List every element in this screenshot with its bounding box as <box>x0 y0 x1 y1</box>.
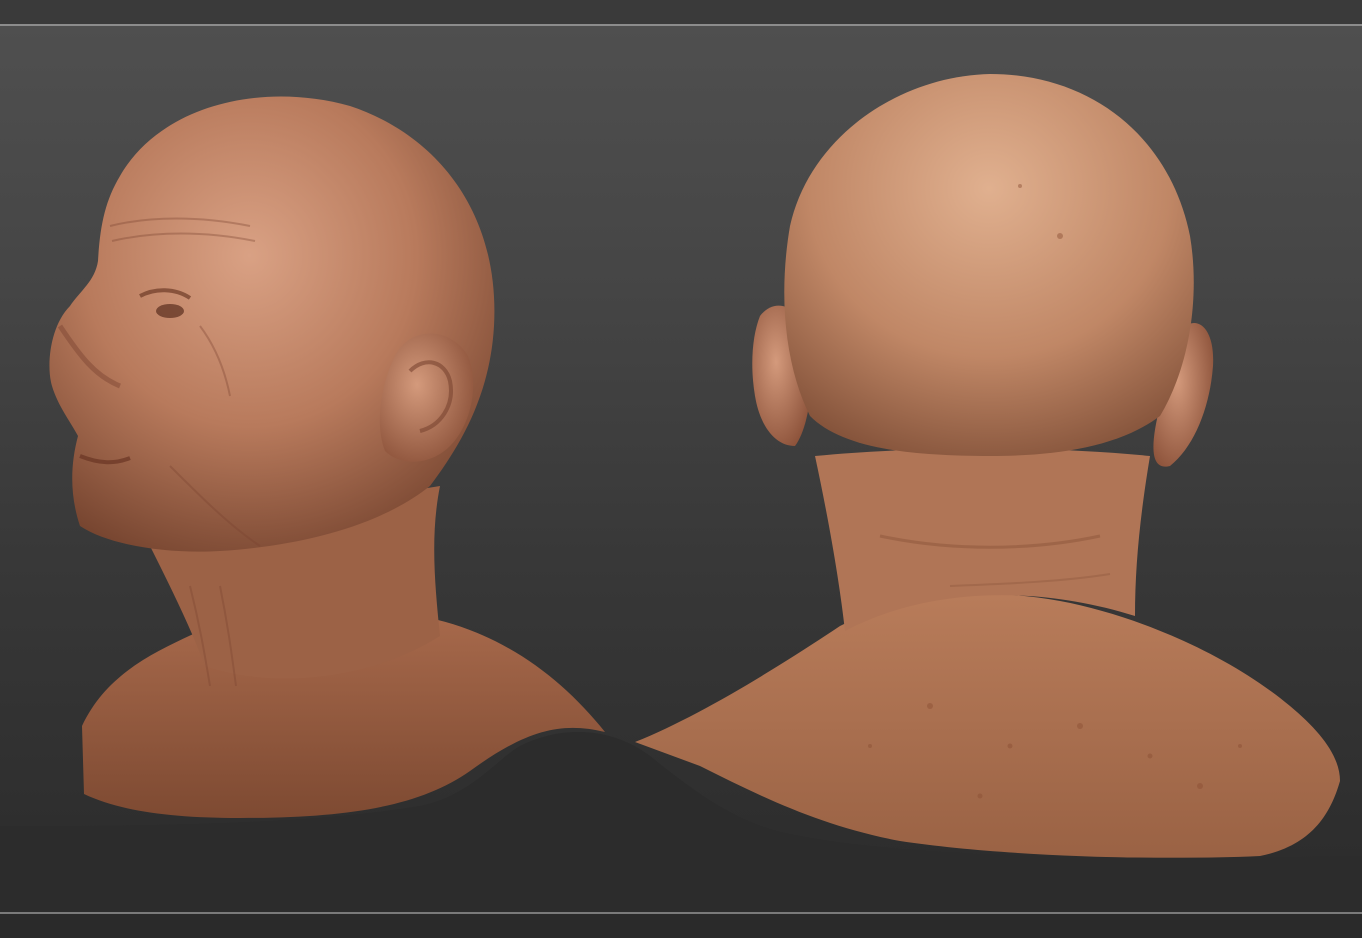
3d-viewport-canvas[interactable] <box>0 26 1362 912</box>
sculpt-render <box>0 74 1362 912</box>
top-toolbar-strip <box>0 0 1362 24</box>
head-back-view[interactable] <box>635 74 1340 858</box>
side-head-skull <box>49 96 495 552</box>
app-window <box>0 0 1362 938</box>
head-side-view[interactable] <box>49 96 605 818</box>
bottom-toolbar-strip <box>0 914 1362 938</box>
back-head-skull <box>784 74 1194 456</box>
